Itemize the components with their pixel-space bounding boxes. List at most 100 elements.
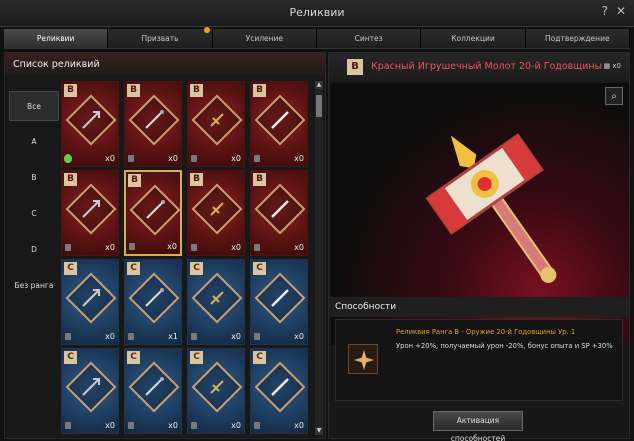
weapon-icon [271,200,289,218]
tab-bar: Реликвии Призвать Усиление Синтез Коллек… [4,27,630,49]
rank-badge: C [253,351,266,364]
relic-list-header: Список реликвий [5,53,325,75]
relic-card[interactable]: Cx0 [61,348,119,434]
relic-card[interactable]: Cx0 [187,348,245,434]
tab-label: Синтез [354,34,383,43]
relic-card[interactable]: Bx0 [187,81,245,167]
ability-title: Реликвия Ранга B - Оружие 20-й Годовщины… [396,328,576,336]
rank-badge: B [190,84,203,97]
rank-badge: C [64,262,77,275]
relic-card[interactable]: Cx0 [124,348,182,434]
rank-filter-d[interactable]: D [9,235,59,265]
scroll-thumb[interactable] [316,95,322,117]
lock-icon [254,244,260,251]
card-quantity: x0 [168,154,178,163]
scrollbar[interactable]: ▲ ▼ [315,81,323,435]
tab-summon[interactable]: Призвать [108,27,213,48]
tab-label: Усиление [245,34,283,43]
rank-filter-c[interactable]: C [9,199,59,229]
card-quantity: x0 [168,421,178,430]
rank-badge: C [253,262,266,275]
card-quantity: x0 [231,332,241,341]
lock-icon [128,422,134,429]
card-quantity: x0 [167,242,177,251]
close-icon[interactable]: ✕ [616,4,626,18]
window-title: Реликвии [289,6,345,19]
weapon-icon [271,378,289,396]
weapon-icon [146,200,165,219]
weapon-icon [271,111,289,129]
relic-grid: Bx0 Bx0 Bx0 Bx0 Bx0 Bx0 Bx0 Bx0 Cx0 Cx1 Cx0 Cx0 Cx0 C… [61,81,311,435]
tab-enhance[interactable]: Усиление [212,29,317,48]
relic-card[interactable]: Bx0 [250,81,308,167]
ability-description: Урон +20%, получаемый урон -20%, бонус о… [396,342,613,350]
rank-filter-all[interactable]: Все [9,91,59,121]
rank-badge: C [190,262,203,275]
rank-badge: B [347,59,363,75]
tab-confirm[interactable]: Подтверждение [525,29,630,48]
tab-label: Реликвии [36,34,75,43]
rank-badge: B [128,174,141,187]
relic-card[interactable]: Bx0 [61,170,119,256]
rank-badge: C [190,351,203,364]
activate-abilities-button[interactable]: Активация способностей [433,411,523,441]
weapon-icon [145,377,164,396]
relic-card[interactable]: Bx0 [61,81,119,167]
weapon-icon [210,202,224,216]
rank-filter-b[interactable]: B [9,163,59,193]
weapon-icon [210,380,224,394]
lock-icon [191,333,197,340]
relic-card[interactable]: Bx0 [124,170,182,256]
relic-card[interactable]: Cx1 [124,259,182,345]
rank-filter: Все A B C D Без ранга [9,89,59,434]
rank-badge: C [127,351,140,364]
relic-name: Красный Игрушечный Молот 20-й Годовщины [371,61,603,72]
card-quantity: x0 [231,243,241,252]
relic-card[interactable]: Bx0 [187,170,245,256]
tab-relics[interactable]: Реликвии [4,29,109,48]
relic-list-title: Список реликвий [13,59,100,70]
scroll-up-icon[interactable]: ▲ [315,81,323,89]
rank-badge: B [127,84,140,97]
tab-synthesis[interactable]: Синтез [316,29,422,48]
relic-card[interactable]: Cx0 [61,259,119,345]
rank-badge: C [64,351,77,364]
card-quantity: x0 [105,421,115,430]
scroll-down-icon[interactable]: ▼ [315,427,323,435]
rank-badge: C [127,262,140,275]
lock-icon [65,333,71,340]
abilities-header: Способности [329,297,629,317]
lock-icon [65,422,71,429]
relic-card[interactable]: Bx0 [124,81,182,167]
weapon-icon [210,291,224,305]
relic-card[interactable]: Bx0 [250,170,308,256]
lock-icon [191,422,197,429]
abilities-title: Способности [335,302,397,312]
rank-filter-a[interactable]: A [9,127,59,157]
weapon-icon [82,111,100,129]
tab-label: Подтверждение [545,34,610,43]
zoom-icon[interactable]: ⌕ [605,87,623,105]
relic-card[interactable]: Cx0 [187,259,245,345]
lock-icon [191,155,197,162]
card-quantity: x0 [231,154,241,163]
card-quantity: x0 [294,154,304,163]
lock-icon [254,422,260,429]
gem-icon [64,154,72,163]
rank-filter-unranked[interactable]: Без ранга [9,271,59,301]
lock-icon [129,243,135,250]
help-icon[interactable]: ? [602,4,608,18]
card-quantity: x0 [105,154,115,163]
card-quantity: x0 [294,421,304,430]
tab-collections[interactable]: Коллекции [421,29,526,48]
relic-card[interactable]: Cx0 [250,259,308,345]
detail-header: B Красный Игрушечный Молот 20-й Годовщин… [329,53,629,81]
ability-box: Реликвия Ранга B - Оружие 20-й Годовщины… [335,319,623,401]
relic-card[interactable]: Cx0 [250,348,308,434]
lock-icon [128,333,134,340]
rank-badge: B [64,173,77,186]
card-quantity: x0 [105,332,115,341]
tab-label: Призвать [141,34,179,43]
weapon-icon [145,110,164,129]
lock-icon [254,155,260,162]
